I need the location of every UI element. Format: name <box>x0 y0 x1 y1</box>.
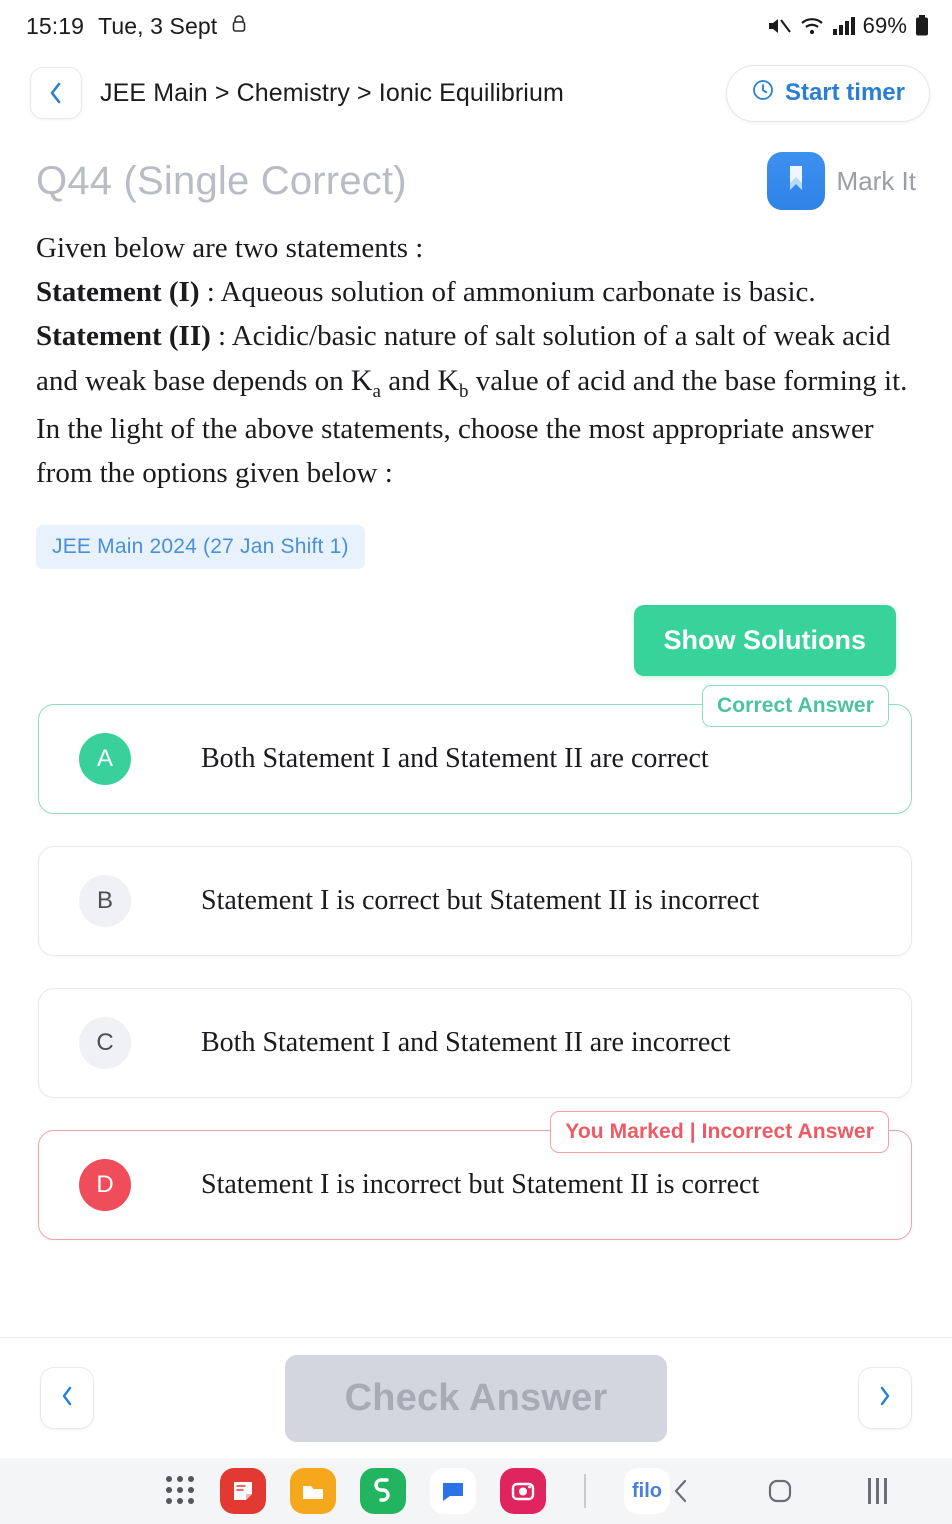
taskbar-apps: filo <box>166 1468 670 1514</box>
question-body: Given below are two statements : Stateme… <box>0 216 952 495</box>
lock-icon <box>231 14 247 39</box>
show-solutions-wrapper: Show Solutions <box>0 569 952 677</box>
clock-icon <box>751 78 775 109</box>
breadcrumb[interactable]: JEE Main > Chemistry > Ionic Equilibrium <box>100 79 564 108</box>
statement-2-text-b: value of acid and the base forming it. <box>468 365 908 398</box>
battery-icon <box>914 14 930 38</box>
option-c-badge: C <box>79 1017 131 1070</box>
mute-icon <box>766 15 792 37</box>
bookmark-icon <box>766 152 825 210</box>
incorrect-answer-chip: You Marked | Incorrect Answer <box>550 1111 889 1154</box>
status-date: Tue, 3 Sept <box>98 12 218 39</box>
statement-2-label: Statement (II) <box>36 320 211 353</box>
wifi-icon <box>799 15 825 37</box>
back-button[interactable] <box>30 67 82 119</box>
option-b[interactable]: B Statement I is correct but Statement I… <box>38 846 912 957</box>
chevron-right-icon <box>877 1384 893 1413</box>
exam-tag[interactable]: JEE Main 2024 (27 Jan Shift 1) <box>36 525 365 570</box>
nav-back-icon[interactable] <box>670 1477 692 1505</box>
statement-1-text: : Aqueous solution of ammonium carbonate… <box>199 276 816 309</box>
show-solutions-button[interactable]: Show Solutions <box>633 605 896 677</box>
question-header-row: Q44 (Single Correct) Mark It <box>0 132 952 216</box>
instagram-icon[interactable] <box>500 1468 546 1514</box>
phone-icon[interactable] <box>360 1468 406 1514</box>
correct-answer-chip: Correct Answer <box>701 685 889 728</box>
taskbar-divider <box>584 1474 586 1508</box>
status-bar-left: 15:19 Tue, 3 Sept <box>26 13 247 40</box>
mark-it-label: Mark It <box>836 165 916 196</box>
filo-app-icon[interactable]: filo <box>624 1468 670 1514</box>
k-a-symbol: Ka <box>350 364 381 403</box>
bottom-action-bar: Check Answer <box>0 1338 952 1458</box>
option-d[interactable]: You Marked | Incorrect Answer D Statemen… <box>38 1111 912 1241</box>
option-d-text: Statement I is incorrect but Statement I… <box>201 1169 760 1201</box>
k-b-symbol: Kb <box>437 364 469 403</box>
option-c-text: Both Statement I and Statement II are in… <box>201 1027 731 1059</box>
exam-tag-wrapper: JEE Main 2024 (27 Jan Shift 1) <box>0 495 952 570</box>
files-icon[interactable] <box>290 1468 336 1514</box>
k-conjunction: and <box>380 365 438 398</box>
app-grid-icon[interactable] <box>166 1476 196 1506</box>
option-a[interactable]: Correct Answer A Both Statement I and St… <box>38 685 912 815</box>
next-question-button[interactable] <box>858 1367 912 1429</box>
phone-screen: 15:19 Tue, 3 Sept 69% JEE Main > Chemist… <box>0 0 952 1524</box>
status-bar: 15:19 Tue, 3 Sept 69% <box>0 0 952 52</box>
nav-home-icon[interactable] <box>766 1477 794 1505</box>
messages-icon[interactable] <box>430 1468 476 1514</box>
check-answer-button[interactable]: Check Answer <box>284 1354 668 1442</box>
statement-1: Statement (I) : Aqueous solution of ammo… <box>36 270 916 314</box>
options-list: Correct Answer A Both Statement I and St… <box>0 676 952 1241</box>
statement-2: Statement (II) : Acidic/basic nature of … <box>36 314 916 407</box>
app-header: JEE Main > Chemistry > Ionic Equilibrium… <box>0 52 952 132</box>
previous-question-button[interactable] <box>40 1367 94 1429</box>
android-nav-bar <box>670 1477 887 1505</box>
option-c[interactable]: C Both Statement I and Statement II are … <box>38 988 912 1099</box>
question-line-1: Given below are two statements : <box>36 232 424 264</box>
status-time: 15:19 <box>26 12 85 39</box>
option-b-badge: B <box>79 875 131 928</box>
chevron-left-icon <box>47 80 65 106</box>
chevron-left-icon <box>59 1384 75 1413</box>
start-timer-label: Start timer <box>784 79 905 106</box>
option-a-badge: A <box>79 733 131 786</box>
option-d-badge: D <box>79 1159 131 1212</box>
start-timer-button[interactable]: Start timer <box>725 64 930 122</box>
notes-icon[interactable] <box>220 1468 266 1514</box>
option-b-text: Statement I is correct but Statement II … <box>201 885 760 917</box>
android-taskbar: filo <box>0 1458 952 1524</box>
nav-recents-icon[interactable] <box>868 1478 887 1504</box>
status-bar-right: 69% <box>766 13 930 39</box>
option-a-text: Both Statement I and Statement II are co… <box>201 743 709 775</box>
mark-it-button[interactable]: Mark It <box>766 152 928 210</box>
battery-percent: 69% <box>862 13 907 38</box>
signal-bars-icon <box>832 15 856 37</box>
page-title: Q44 (Single Correct) <box>36 158 407 203</box>
statement-1-label: Statement (I) <box>36 276 200 309</box>
question-closing-line: In the light of the above statements, ch… <box>36 413 874 490</box>
